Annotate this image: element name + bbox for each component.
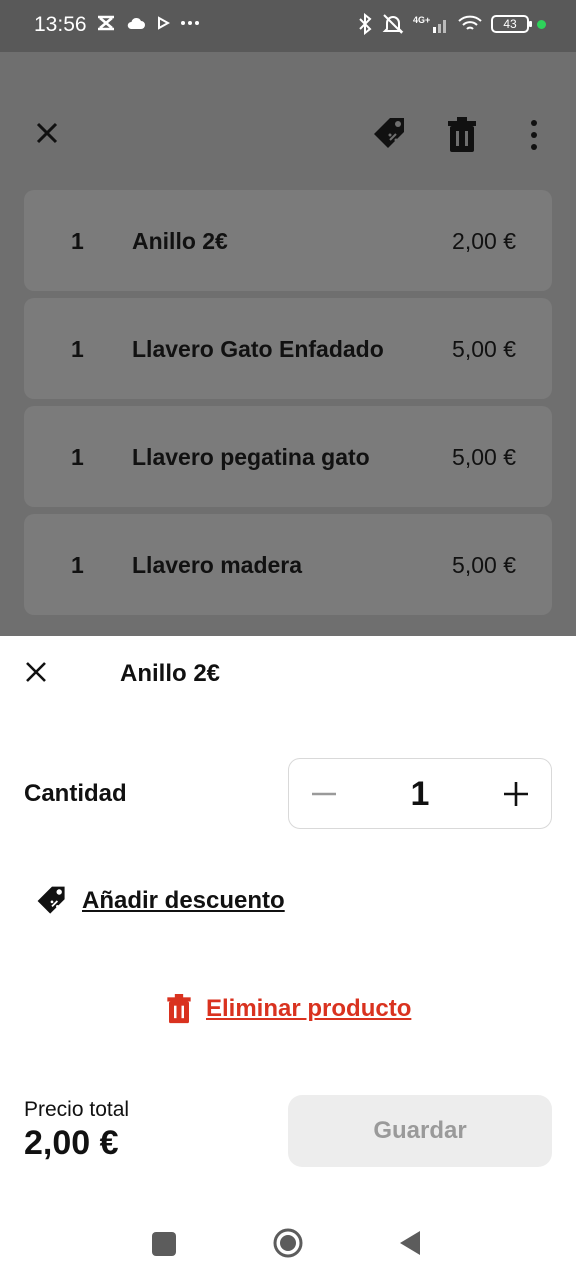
item-name: Llavero madera <box>132 552 303 578</box>
quantity-label: Cantidad <box>24 780 127 807</box>
total-value: 2,00 € <box>24 1124 119 1162</box>
add-discount-label[interactable]: Añadir descuento <box>82 887 285 915</box>
discount-tag-icon[interactable] <box>370 116 410 152</box>
save-button[interactable]: Guardar <box>288 1095 552 1167</box>
total-label: Precio total <box>24 1098 130 1121</box>
cloud-icon <box>127 17 145 29</box>
item-quantity: 1 <box>71 336 84 362</box>
active-dot-icon <box>537 19 546 29</box>
item-price: 5,00 € <box>452 552 516 578</box>
item-price: 5,00 € <box>452 336 516 362</box>
remove-product-label[interactable]: Eliminar producto <box>206 995 411 1023</box>
discount-tag-icon <box>37 886 65 914</box>
list-item[interactable]: 1 Llavero madera 5,00 € <box>24 514 552 615</box>
list-item[interactable]: 1 Anillo 2€ 2,00 € <box>24 190 552 291</box>
trash-icon[interactable] <box>444 116 480 154</box>
wifi-icon <box>458 15 482 30</box>
item-name: Llavero Gato Enfadado <box>132 336 384 362</box>
mute-icon <box>382 14 404 34</box>
status-time: 13:56 <box>34 13 87 36</box>
quantity-stepper: 1 <box>288 758 552 829</box>
plus-icon[interactable] <box>499 777 533 811</box>
list-item[interactable]: 1 Llavero Gato Enfadado 5,00 € <box>24 298 552 399</box>
background-screen: 13:56 4G+ 43 1 Anillo 2€ 2,00 € 1 Llaver… <box>0 0 576 636</box>
play-icon <box>158 16 170 30</box>
status-bar: 13:56 4G+ 43 <box>0 0 576 52</box>
system-nav-bar <box>0 1210 576 1280</box>
sheet-title: Anillo 2€ <box>120 660 221 687</box>
edit-item-sheet: Anillo 2€ Cantidad 1 Añadir descuento El… <box>0 636 576 1280</box>
item-name: Anillo 2€ <box>132 228 228 254</box>
battery-icon: 43 <box>491 15 532 33</box>
item-quantity: 1 <box>71 228 84 254</box>
home-icon[interactable] <box>272 1227 304 1259</box>
signal-4g-icon: 4G+ <box>413 15 446 33</box>
cart-list: 1 Anillo 2€ 2,00 € 1 Llavero Gato Enfada… <box>24 190 552 622</box>
svg-text:4G+: 4G+ <box>413 15 430 25</box>
close-icon[interactable] <box>22 658 50 686</box>
more-vertical-icon[interactable] <box>524 118 544 152</box>
remove-product-link[interactable]: Eliminar producto <box>164 992 411 1026</box>
toolbar <box>0 110 576 160</box>
item-price: 5,00 € <box>452 444 516 470</box>
recents-icon[interactable] <box>152 1232 176 1256</box>
bluetooth-icon <box>359 13 372 35</box>
close-icon[interactable] <box>32 118 62 148</box>
item-price: 2,00 € <box>452 228 516 254</box>
item-name: Llavero pegatina gato <box>132 444 370 470</box>
trash-icon <box>167 994 191 1024</box>
back-icon[interactable] <box>398 1229 422 1257</box>
list-item[interactable]: 1 Llavero pegatina gato 5,00 € <box>24 406 552 507</box>
more-dots-icon <box>181 21 199 25</box>
app-icon <box>98 15 114 31</box>
item-quantity: 1 <box>71 444 84 470</box>
add-discount-link[interactable]: Añadir descuento <box>34 884 285 918</box>
item-quantity: 1 <box>71 552 84 578</box>
